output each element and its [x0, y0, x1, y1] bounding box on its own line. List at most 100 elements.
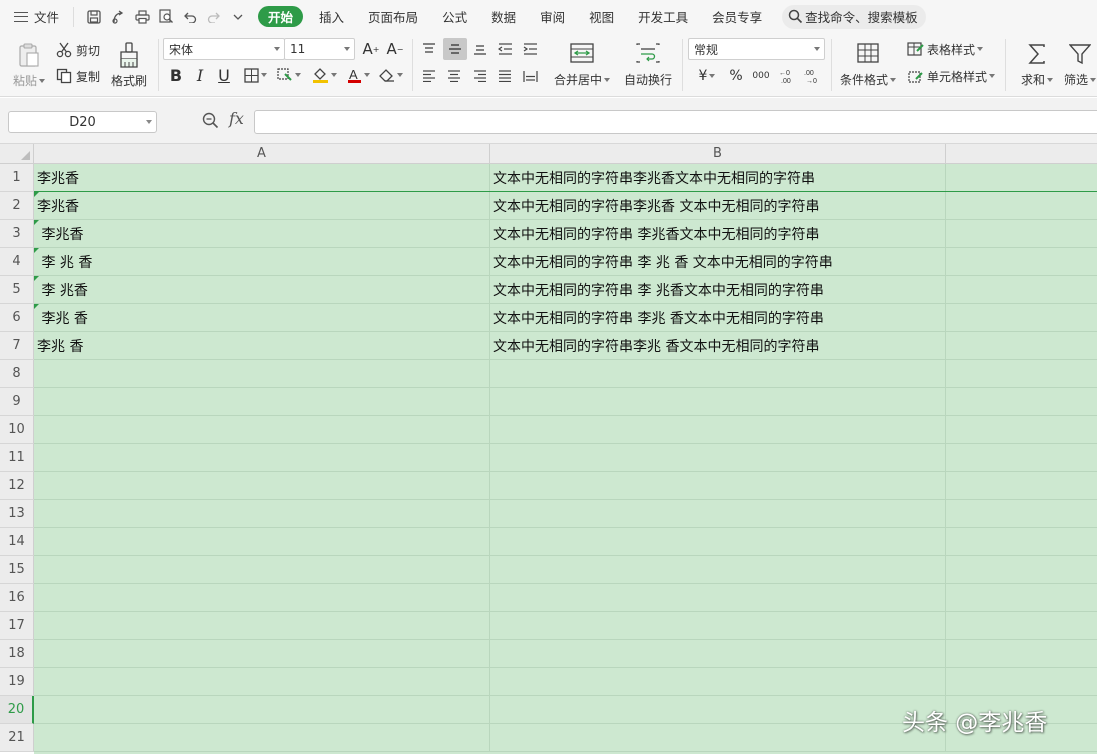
- cell-b[interactable]: 文本中无相同的字符串李兆香 文本中无相同的字符串: [490, 192, 946, 220]
- cell-b[interactable]: [490, 360, 946, 388]
- cell-c[interactable]: [946, 612, 1097, 640]
- cell-style-button[interactable]: 单元格样式: [907, 66, 996, 86]
- cell-a[interactable]: 李兆香: [34, 192, 490, 220]
- borders-button[interactable]: [240, 64, 270, 86]
- row-header[interactable]: 6: [0, 304, 34, 332]
- cell-a[interactable]: [34, 612, 490, 640]
- tab-view[interactable]: 视图: [577, 0, 626, 33]
- decrease-font-icon[interactable]: A −: [384, 39, 406, 59]
- cell-b[interactable]: 文本中无相同的字符串 李兆香文本中无相同的字符串: [490, 220, 946, 248]
- column-header-c[interactable]: [946, 144, 1097, 164]
- cell-a[interactable]: [34, 528, 490, 556]
- row-header[interactable]: 8: [0, 360, 34, 388]
- autosum-button[interactable]: 求和: [1017, 37, 1057, 93]
- cell-a[interactable]: [34, 696, 490, 724]
- cell-b[interactable]: [490, 528, 946, 556]
- increase-font-icon[interactable]: A +: [360, 39, 382, 59]
- cell-c[interactable]: [946, 472, 1097, 500]
- command-search[interactable]: 查找命令、搜索模板: [782, 4, 926, 29]
- print-icon[interactable]: [130, 6, 154, 28]
- cell-c[interactable]: [946, 500, 1097, 528]
- cut-button[interactable]: 剪切: [56, 40, 100, 60]
- cell-b[interactable]: [490, 640, 946, 668]
- font-size-select[interactable]: 11: [284, 38, 355, 60]
- merge-center-button[interactable]: 合并居中: [551, 37, 613, 93]
- cell-a[interactable]: [34, 724, 490, 752]
- print-preview-icon[interactable]: [154, 6, 178, 28]
- row-header[interactable]: 7: [0, 332, 34, 360]
- cell-c[interactable]: [946, 584, 1097, 612]
- row-header[interactable]: 1: [0, 164, 34, 192]
- cell-b[interactable]: [490, 472, 946, 500]
- cell-b[interactable]: [490, 444, 946, 472]
- cell-c[interactable]: [946, 192, 1097, 220]
- select-all-corner[interactable]: [0, 144, 34, 164]
- currency-button[interactable]: ¥: [693, 65, 721, 87]
- cell-b[interactable]: 文本中无相同的字符串 李兆 香文本中无相同的字符串: [490, 304, 946, 332]
- cell-c[interactable]: [946, 668, 1097, 696]
- cell-a[interactable]: 李 兆香: [34, 276, 490, 304]
- bold-button[interactable]: B: [166, 64, 186, 86]
- tab-developer[interactable]: 开发工具: [626, 0, 700, 33]
- cell-c[interactable]: [946, 444, 1097, 472]
- cell-c[interactable]: [946, 164, 1097, 192]
- filter-button[interactable]: 筛选: [1062, 37, 1097, 93]
- cell-b[interactable]: [490, 724, 946, 752]
- row-header[interactable]: 21: [0, 724, 34, 752]
- row-header[interactable]: 16: [0, 584, 34, 612]
- cell-b[interactable]: [490, 500, 946, 528]
- row-header[interactable]: 3: [0, 220, 34, 248]
- row-header[interactable]: 2: [0, 192, 34, 220]
- percent-button[interactable]: %: [726, 65, 746, 87]
- align-middle-icon[interactable]: [443, 38, 467, 60]
- clear-format-button[interactable]: [376, 64, 406, 86]
- cell-b[interactable]: [490, 416, 946, 444]
- align-left-icon[interactable]: [418, 65, 440, 87]
- formula-input[interactable]: [254, 110, 1097, 134]
- align-bottom-icon[interactable]: [469, 38, 491, 60]
- decrease-decimal-icon[interactable]: .00 →0: [801, 65, 823, 87]
- row-header[interactable]: 13: [0, 500, 34, 528]
- cell-c[interactable]: [946, 276, 1097, 304]
- tab-review[interactable]: 审阅: [528, 0, 577, 33]
- cell-b[interactable]: [490, 696, 946, 724]
- cell-b[interactable]: [490, 388, 946, 416]
- row-header[interactable]: 12: [0, 472, 34, 500]
- increase-indent-icon[interactable]: [519, 38, 541, 60]
- cell-a[interactable]: 李兆 香: [34, 332, 490, 360]
- tab-insert[interactable]: 插入: [307, 0, 356, 33]
- redo-icon[interactable]: [202, 6, 226, 28]
- cell-a[interactable]: [34, 500, 490, 528]
- justify-icon[interactable]: [494, 65, 516, 87]
- cell-c[interactable]: [946, 220, 1097, 248]
- align-right-icon[interactable]: [469, 65, 491, 87]
- cell-b[interactable]: [490, 584, 946, 612]
- row-header[interactable]: 9: [0, 388, 34, 416]
- underline-button[interactable]: U: [214, 64, 234, 86]
- cell-a[interactable]: 李兆香: [34, 164, 490, 192]
- increase-decimal-icon[interactable]: ←0.00: [776, 65, 798, 87]
- wrap-text-button[interactable]: 自动换行: [621, 37, 675, 93]
- cell-c[interactable]: [946, 528, 1097, 556]
- cell-c[interactable]: [946, 360, 1097, 388]
- align-top-icon[interactable]: [418, 38, 440, 60]
- format-painter-button[interactable]: 格式刷: [108, 37, 150, 93]
- tab-member[interactable]: 会员专享: [700, 0, 774, 33]
- fill-pattern-button[interactable]: [274, 64, 304, 86]
- cell-a[interactable]: [34, 388, 490, 416]
- tab-formulas[interactable]: 公式: [430, 0, 479, 33]
- cell-b[interactable]: [490, 612, 946, 640]
- cell-b[interactable]: [490, 556, 946, 584]
- cell-a[interactable]: [34, 472, 490, 500]
- row-header[interactable]: 20: [0, 696, 34, 724]
- row-header[interactable]: 5: [0, 276, 34, 304]
- row-header[interactable]: 18: [0, 640, 34, 668]
- italic-button[interactable]: I: [190, 64, 210, 86]
- cell-c[interactable]: [946, 332, 1097, 360]
- cell-b[interactable]: 文本中无相同的字符串 李 兆 香 文本中无相同的字符串: [490, 248, 946, 276]
- number-format-select[interactable]: 常规: [688, 38, 825, 60]
- font-color-button[interactable]: A: [343, 64, 373, 86]
- cell-a[interactable]: [34, 584, 490, 612]
- tab-data[interactable]: 数据: [479, 0, 528, 33]
- cell-a[interactable]: [34, 360, 490, 388]
